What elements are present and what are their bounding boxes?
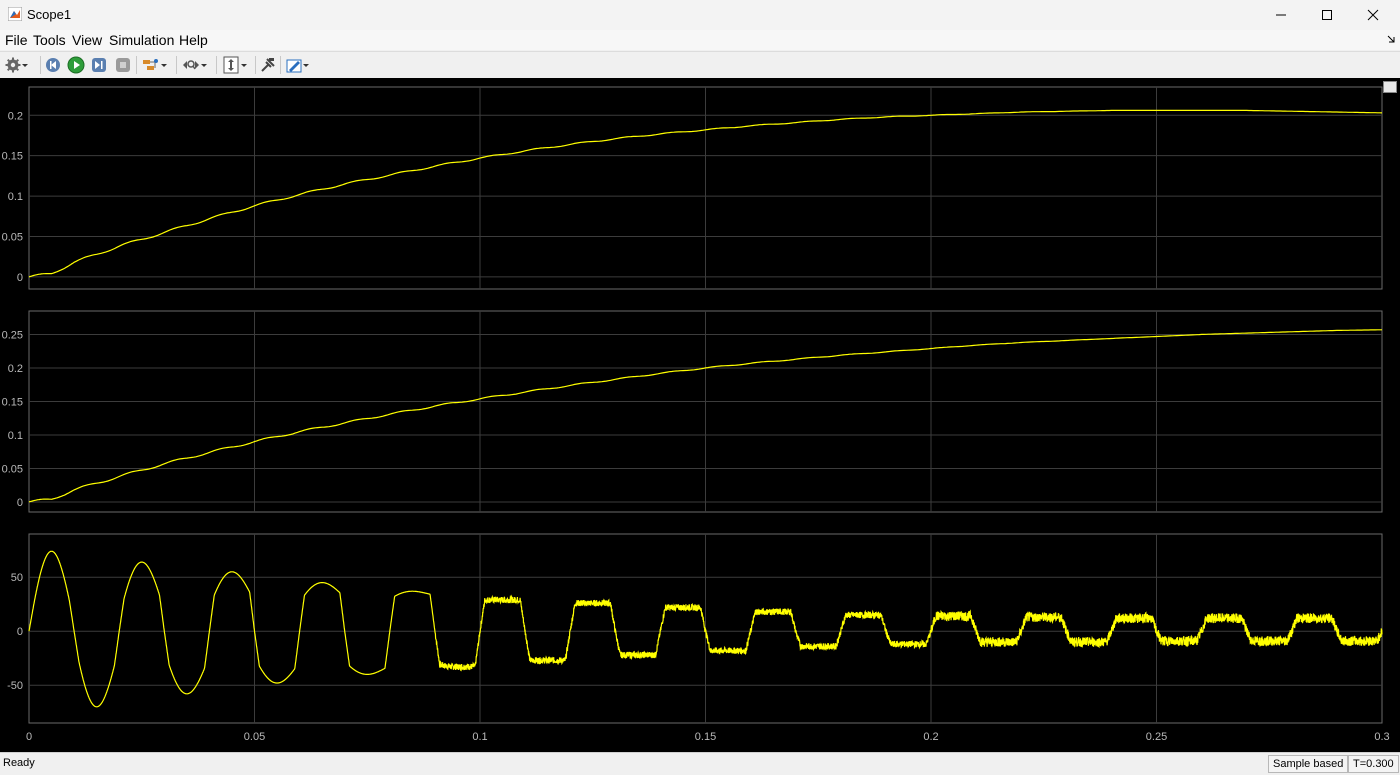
autoscale-button[interactable] (222, 56, 248, 74)
restore-layout-icon[interactable] (1383, 81, 1397, 93)
step-forward-icon (92, 58, 106, 72)
menu-simulation[interactable]: Simulation (109, 32, 174, 48)
autoscale-icon (223, 56, 239, 74)
highlight-button[interactable] (142, 56, 168, 74)
cursor-measure-icon (261, 58, 275, 72)
run-icon (67, 56, 85, 74)
x-tick-label: 0.05 (244, 731, 265, 743)
minimize-icon (1276, 14, 1286, 16)
step-back-icon (46, 58, 60, 72)
x-tick-label: 0.3 (1374, 731, 1389, 743)
zoom-button[interactable] (182, 56, 208, 74)
axes-1[interactable]: 0 0.05 0.1 0.15 0.2 (2, 86, 1383, 290)
window-title: Scope1 (27, 7, 72, 22)
step-back-button[interactable] (45, 56, 61, 74)
y-tick-label: 0 (17, 272, 23, 284)
status-text: Ready (3, 757, 35, 769)
simulation-time: T=0.300 (1348, 755, 1399, 773)
chevron-down-icon (241, 64, 247, 67)
dock-arrow-icon[interactable] (1386, 34, 1396, 44)
highlight-icon (143, 59, 158, 70)
chevron-down-icon (161, 64, 167, 67)
y-tick-label: -50 (7, 680, 23, 692)
toolbar-separator (216, 56, 217, 74)
y-tick-label: 0.15 (2, 396, 23, 408)
style-button[interactable] (286, 56, 310, 74)
maximize-icon (1322, 10, 1332, 20)
cursor-measurements-button[interactable] (260, 56, 276, 74)
close-button[interactable] (1350, 0, 1396, 30)
matlab-logo-icon (8, 7, 22, 21)
toolbar-separator (255, 56, 256, 74)
settings-button[interactable] (5, 56, 29, 74)
y-tick-label: 0.1 (8, 191, 23, 203)
toolbar-separator (40, 56, 41, 74)
x-tick-label: 0 (26, 731, 32, 743)
chevron-down-icon (303, 64, 309, 67)
menu-bar: File Tools View Simulation Help (0, 30, 1400, 50)
step-forward-button[interactable] (91, 56, 107, 74)
title-bar: Scope1 (0, 0, 1400, 30)
scope-axes[interactable]: 0 0.05 0.1 0.15 0.2 0 0.05 0.1 0.15 0.2 0.25 -50 0 50… (0, 78, 1400, 752)
toolbar-separator (136, 56, 137, 74)
x-tick-label: 0.2 (923, 731, 938, 743)
x-tick-label: 0.25 (1146, 731, 1167, 743)
sample-mode: Sample based (1268, 755, 1349, 773)
stop-icon (116, 58, 130, 72)
chevron-down-icon (201, 64, 207, 67)
zoom-icon (183, 60, 199, 70)
menu-help[interactable]: Help (179, 32, 208, 48)
axes-3[interactable]: -50 0 50 0 0.05 0.1 0.15 0.2 0.25 0.3 (7, 533, 1390, 743)
minimize-button[interactable] (1258, 0, 1304, 30)
toolbar-separator (176, 56, 177, 74)
style-icon (286, 59, 302, 73)
axes-2[interactable]: 0 0.05 0.1 0.15 0.2 0.25 (2, 310, 1383, 513)
y-tick-label: 0.2 (8, 110, 23, 122)
y-tick-label: 0 (17, 626, 23, 638)
y-tick-label: 0.05 (2, 231, 23, 243)
y-tick-label: 0.25 (2, 329, 23, 341)
status-bar: Ready Sample based T=0.300 (0, 752, 1400, 775)
y-tick-label: 0.1 (8, 430, 23, 442)
menu-file[interactable]: File (5, 32, 28, 48)
scope-plot-area[interactable]: 0 0.05 0.1 0.15 0.2 0 0.05 0.1 0.15 0.2 0.25 -50 0 50… (0, 78, 1400, 752)
y-tick-label: 0 (17, 497, 23, 509)
x-tick-label: 0.1 (472, 731, 487, 743)
x-tick-label: 0.15 (695, 731, 716, 743)
toolbar-separator (280, 56, 281, 74)
y-tick-label: 0.05 (2, 463, 23, 475)
y-tick-label: 0.15 (2, 151, 23, 163)
toolbar (0, 51, 1400, 79)
menu-view[interactable]: View (72, 32, 102, 48)
close-icon (1367, 9, 1379, 21)
run-button[interactable] (67, 56, 85, 74)
y-tick-label: 0.2 (8, 363, 23, 375)
gear-icon (5, 57, 21, 73)
stop-button[interactable] (115, 56, 131, 74)
menu-tools[interactable]: Tools (33, 32, 66, 48)
chevron-down-icon (22, 64, 28, 67)
y-tick-label: 50 (11, 572, 23, 584)
maximize-button[interactable] (1304, 0, 1350, 30)
